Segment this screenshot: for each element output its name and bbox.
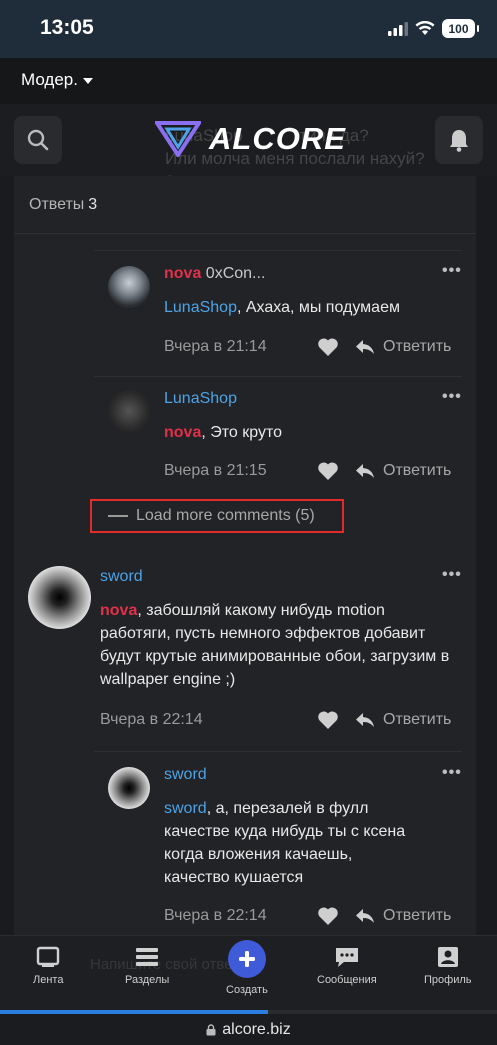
moder-dropdown[interactable]: Модер. — [21, 70, 93, 90]
load-more-comments-button[interactable]: Load more comments (5) — [90, 499, 344, 533]
comment-text: nova, забошляй какому нибудь motion рабо… — [100, 599, 450, 691]
create-button[interactable] — [227, 940, 266, 978]
avatar[interactable] — [108, 767, 150, 809]
notifications-button[interactable] — [435, 116, 483, 164]
sections-icon — [136, 948, 159, 966]
search-icon — [27, 129, 49, 151]
reply-label: Ответить — [383, 907, 452, 924]
divider — [94, 376, 462, 377]
url-bar[interactable]: alcore.biz — [0, 1014, 497, 1045]
reply-button[interactable]: Ответить — [355, 462, 451, 480]
signal-icon — [388, 21, 408, 36]
divider — [94, 751, 462, 752]
avatar[interactable] — [28, 566, 91, 629]
bell-icon — [450, 130, 468, 152]
divider — [94, 250, 462, 251]
lock-icon — [206, 1023, 216, 1035]
heart-icon[interactable] — [317, 337, 339, 357]
nav-profile[interactable]: Профиль — [424, 946, 472, 986]
nav-label: Сообщения — [317, 974, 377, 986]
nav-create[interactable]: Создать — [226, 940, 268, 996]
nav-feed[interactable]: Лента — [33, 946, 63, 986]
bottom-nav: Напишите свой ответ... Лента Разделы Соз… — [0, 935, 497, 1010]
heart-icon[interactable] — [317, 710, 339, 730]
chat-icon — [335, 948, 358, 967]
comment-time[interactable]: Вчера в 22:14 — [164, 907, 267, 925]
feed-icon — [37, 946, 60, 967]
logo-mark-icon — [155, 121, 201, 157]
author-suffix: 0xCon... — [205, 265, 266, 282]
more-options-icon[interactable]: ••• — [442, 566, 462, 584]
reply-label: Ответить — [383, 462, 452, 479]
comment-body: , Ахаха, мы подумаем — [236, 299, 400, 316]
more-options-icon[interactable]: ••• — [442, 262, 462, 280]
wifi-icon — [415, 21, 435, 35]
more-options-icon[interactable]: ••• — [442, 388, 462, 406]
nav-label: Профиль — [424, 974, 472, 986]
comment-text: nova, Это круто — [164, 421, 454, 444]
reply-arrow-icon — [356, 340, 374, 354]
author-name: nova — [164, 265, 202, 282]
status-icons: 100 — [388, 19, 479, 38]
comment-time[interactable]: Вчера в 21:15 — [164, 462, 267, 480]
reply-label: Ответить — [383, 338, 452, 355]
comment-body: , Это круто — [201, 424, 282, 441]
comment-text: sword, а, перезалей в фулл качестве куда… — [164, 797, 414, 889]
caret-down-icon — [83, 77, 93, 84]
comment-author[interactable]: nova 0xCon... — [164, 265, 265, 283]
collapse-dash-icon — [108, 515, 128, 517]
status-bar: 13:05 100 — [0, 0, 497, 58]
battery-icon: 100 — [442, 19, 479, 38]
nav-label: Лента — [33, 974, 64, 986]
mention[interactable]: sword — [164, 800, 207, 817]
comment-time[interactable]: Вчера в 22:14 — [100, 711, 203, 729]
reply-arrow-icon — [356, 909, 374, 923]
nav-label: Разделы — [125, 974, 170, 986]
logo-text: ALCORE — [209, 121, 346, 156]
replies-header: Ответы 3 — [14, 176, 476, 234]
avatar[interactable] — [108, 390, 150, 432]
reply-button[interactable]: Ответить — [355, 338, 451, 356]
site-logo[interactable]: ALCORE — [155, 119, 346, 159]
url-text: alcore.biz — [222, 1020, 291, 1038]
comment-author[interactable]: sword — [100, 568, 143, 586]
comment-text: LunaShop, Ахаха, мы подумаем — [164, 296, 454, 319]
replies-count: 3 — [88, 196, 98, 213]
reply-arrow-icon — [356, 713, 374, 727]
mention[interactable]: LunaShop — [164, 299, 237, 316]
avatar[interactable] — [108, 266, 150, 308]
top-bar: Модер. — [0, 58, 497, 104]
search-button[interactable] — [14, 116, 62, 164]
heart-icon[interactable] — [317, 461, 339, 481]
profile-icon — [437, 947, 458, 967]
nav-band: LunaShop типа да? Или молча меня послали… — [0, 104, 497, 191]
reply-arrow-icon — [356, 464, 374, 478]
replies-label: Ответы — [29, 196, 85, 213]
more-options-icon[interactable]: ••• — [442, 764, 462, 782]
reply-label: Ответить — [383, 711, 452, 728]
heart-icon[interactable] — [317, 906, 339, 926]
moder-label: Модер. — [21, 70, 78, 89]
comment-author[interactable]: sword — [164, 766, 207, 784]
mention[interactable]: nova — [164, 424, 201, 441]
comment-author[interactable]: LunaShop — [164, 390, 237, 408]
comment-time[interactable]: Вчера в 21:14 — [164, 338, 267, 356]
mention[interactable]: nova — [100, 602, 137, 619]
load-more-label: Load more comments (5) — [136, 507, 315, 524]
replies-card: Ответы 3 — [14, 176, 476, 552]
status-time: 13:05 — [40, 16, 94, 39]
plus-icon — [238, 951, 255, 967]
reply-button[interactable]: Ответить — [355, 907, 451, 925]
comment-body: , забошляй какому нибудь motion работяги… — [100, 602, 450, 688]
nav-sections[interactable]: Разделы — [125, 946, 169, 986]
nav-label: Создать — [226, 984, 268, 996]
nav-messages[interactable]: Сообщения — [317, 946, 377, 986]
reply-button[interactable]: Ответить — [355, 711, 451, 729]
